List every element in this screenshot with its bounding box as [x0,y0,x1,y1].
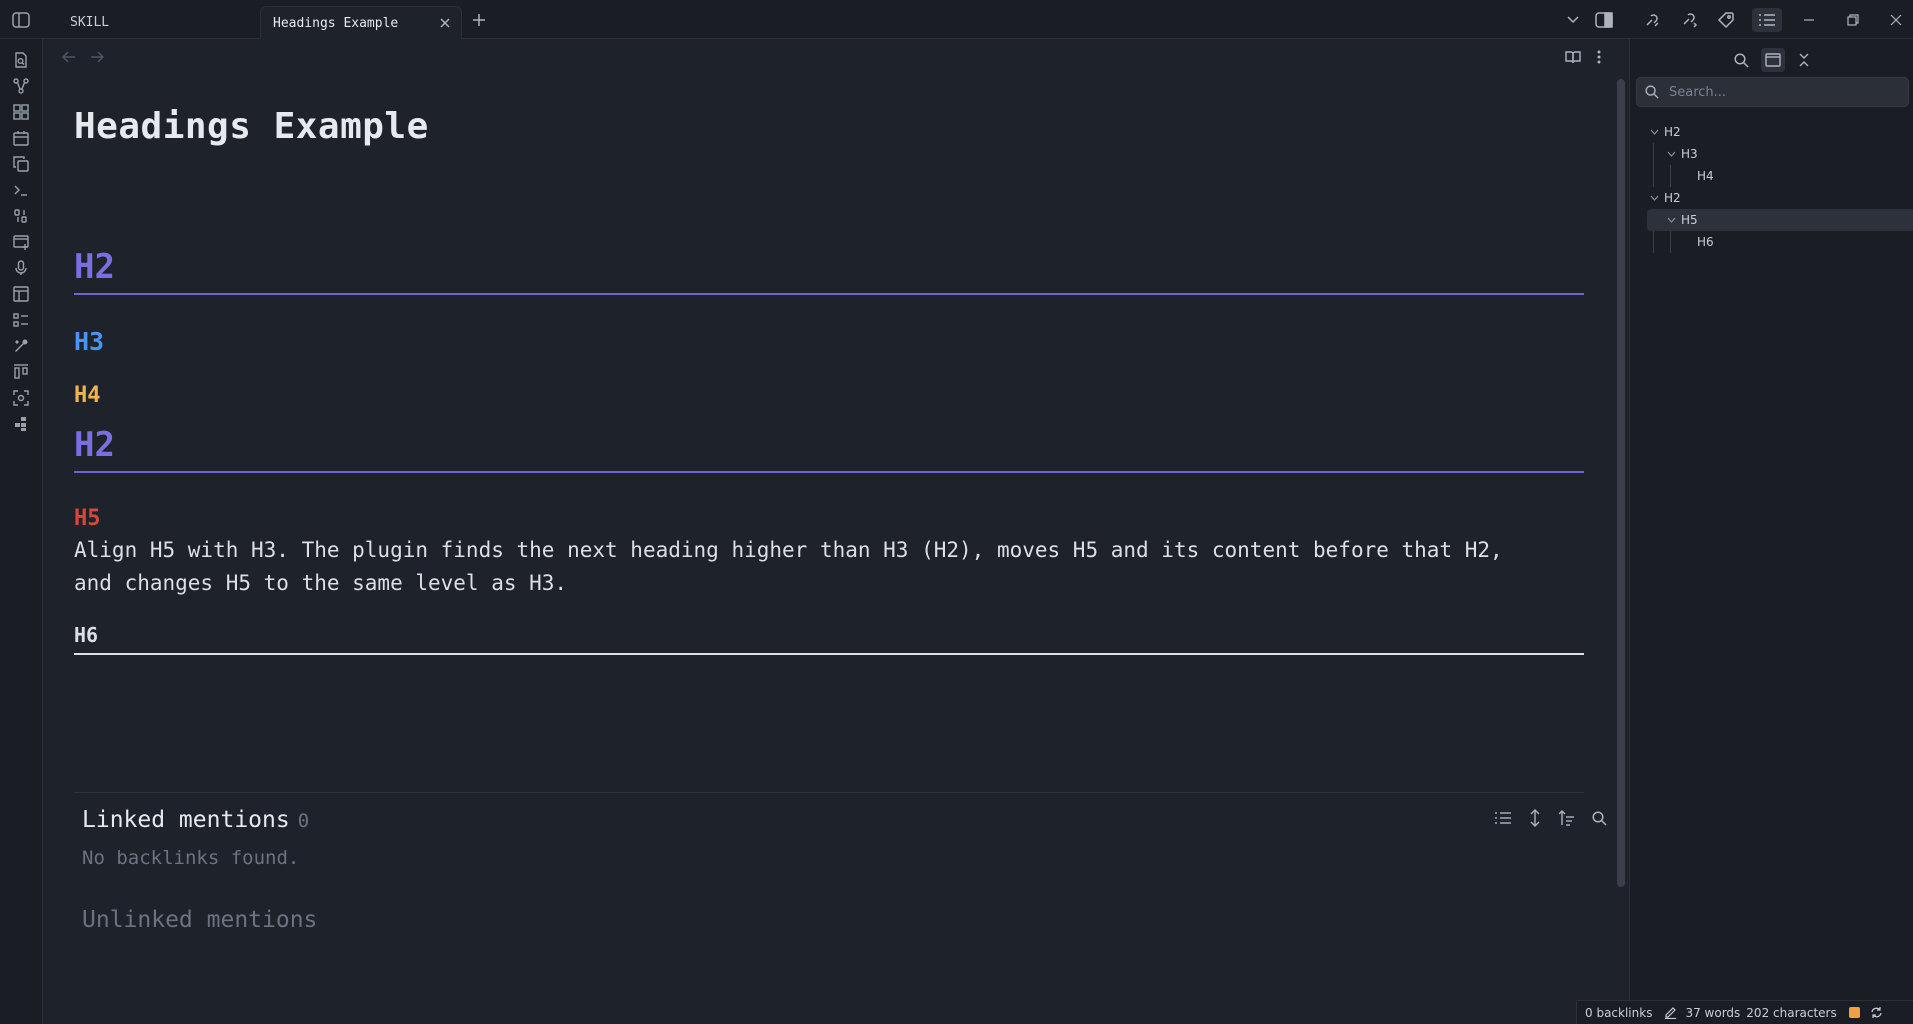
search-icon [1645,84,1661,100]
file-search-icon[interactable] [10,49,32,71]
outline-item[interactable]: H3 [1664,143,1897,165]
outline-item[interactable]: H6 [1697,231,1897,253]
outline-item-label: H2 [1664,191,1681,205]
minimize-icon[interactable] [1797,8,1821,32]
tree-guide [1653,143,1654,187]
outline-item-label: H6 [1697,235,1714,249]
outline-item-label: H3 [1681,147,1698,161]
chevron-down-icon[interactable] [1664,151,1678,157]
tab-label: SKILL [70,15,110,30]
restore-icon[interactable] [1841,8,1865,32]
unlinked-mentions-header[interactable]: Unlinked mentions [82,907,317,933]
outgoing-links-icon[interactable] [1678,8,1702,32]
binary-icon[interactable] [10,205,32,227]
page-title[interactable]: Headings Example [74,106,429,147]
outline-item-label: H5 [1681,213,1698,227]
outline-search[interactable] [1636,77,1909,107]
pencil-icon[interactable] [1664,1006,1677,1019]
more-options-icon[interactable] [1589,47,1609,67]
status-char-count: 202 characters [1746,1005,1837,1020]
heading-h4[interactable]: H4 [74,383,101,408]
outline-item[interactable]: H2 [1647,187,1897,209]
paragraph[interactable]: Align H5 with H3. The plugin finds the n… [74,534,1534,600]
window-close-icon[interactable] [1884,8,1908,32]
outline-item[interactable]: H2 [1647,121,1897,143]
tab-headings-example[interactable]: Headings Example [260,6,462,39]
tab-skill[interactable]: SKILL [58,6,258,39]
search-icon[interactable] [1588,807,1610,829]
heading-h3[interactable]: H3 [74,327,104,356]
chevron-down-icon[interactable] [1561,8,1585,32]
chevron-down-icon[interactable] [1647,129,1661,135]
no-backlinks-message: No backlinks found. [82,847,300,869]
links-icon[interactable] [1640,8,1664,32]
layout-icon[interactable] [10,283,32,305]
sync-icon[interactable] [1870,1006,1883,1019]
plus-icon[interactable] [468,9,490,31]
calendar-icon[interactable] [10,127,32,149]
outline-icon[interactable] [1752,8,1782,32]
outline-item-label: H2 [1664,125,1681,139]
expand-collapse-icon[interactable] [1524,807,1546,829]
tree-guide [1670,165,1671,187]
back-arrow-icon[interactable] [59,47,79,67]
title-bar: SKILL Headings Example [0,0,1913,39]
linked-mentions-header[interactable]: Linked mentions 0 [82,807,309,833]
linked-mentions-title: Linked mentions [82,807,290,833]
chevron-down-icon[interactable] [1647,195,1661,201]
outline-item-label: H4 [1697,169,1714,183]
list-view-icon[interactable] [1492,807,1514,829]
copy-icon[interactable] [10,153,32,175]
status-word-count: 37 words [1685,1005,1741,1020]
outline-item[interactable]: H5 [1647,209,1913,231]
heading-h6[interactable]: H6 [74,623,1584,655]
kanban-icon[interactable] [10,361,32,383]
collapse-all-icon[interactable] [1792,48,1816,72]
editor-pane: Headings Example H2 H3 H4 H2 H5 Align H5… [44,39,1628,1024]
status-backlinks[interactable]: 0 backlinks [1585,1006,1652,1020]
linked-mentions-count: 0 [297,810,310,832]
status-bar: 0 backlinks 37 words 202 characters [1576,1000,1913,1024]
blocks-icon[interactable] [10,413,32,435]
sidebar-toggle-icon[interactable] [10,9,32,31]
tree-guide [1670,231,1671,253]
sync-status-icon[interactable] [1848,1007,1860,1018]
right-sidebar-toggle-icon[interactable] [1592,8,1616,32]
reading-view-icon[interactable] [1563,47,1583,67]
editor-scrollbar[interactable] [1617,79,1625,887]
left-ribbon [0,39,43,1024]
close-icon[interactable] [437,15,453,31]
outline-panel: H2 H3 H4 H2 H5 H6 [1629,39,1913,1024]
outline-search-input[interactable] [1669,84,1899,100]
heading-h2[interactable]: H2 [74,247,1584,295]
heading-h5[interactable]: H5 [74,506,101,531]
dashboard-icon[interactable] [10,101,32,123]
terminal-icon[interactable] [10,179,32,201]
backlinks-divider [74,792,1584,793]
list-plus-icon[interactable] [10,231,32,253]
search-icon[interactable] [1729,48,1753,72]
layout-toggle-icon[interactable] [1761,48,1785,72]
graph-icon[interactable] [10,75,32,97]
tab-label: Headings Example [273,15,399,31]
tag-icon[interactable] [1714,8,1738,32]
microphone-icon[interactable] [10,257,32,279]
outline-item[interactable]: H4 [1697,165,1897,187]
chevron-down-icon[interactable] [1664,217,1678,223]
scan-icon[interactable] [10,387,32,409]
tools-icon[interactable] [10,335,32,357]
checklist-icon[interactable] [10,309,32,331]
heading-h2[interactable]: H2 [74,425,1584,473]
forward-arrow-icon[interactable] [87,47,107,67]
sort-icon[interactable] [1556,807,1578,829]
